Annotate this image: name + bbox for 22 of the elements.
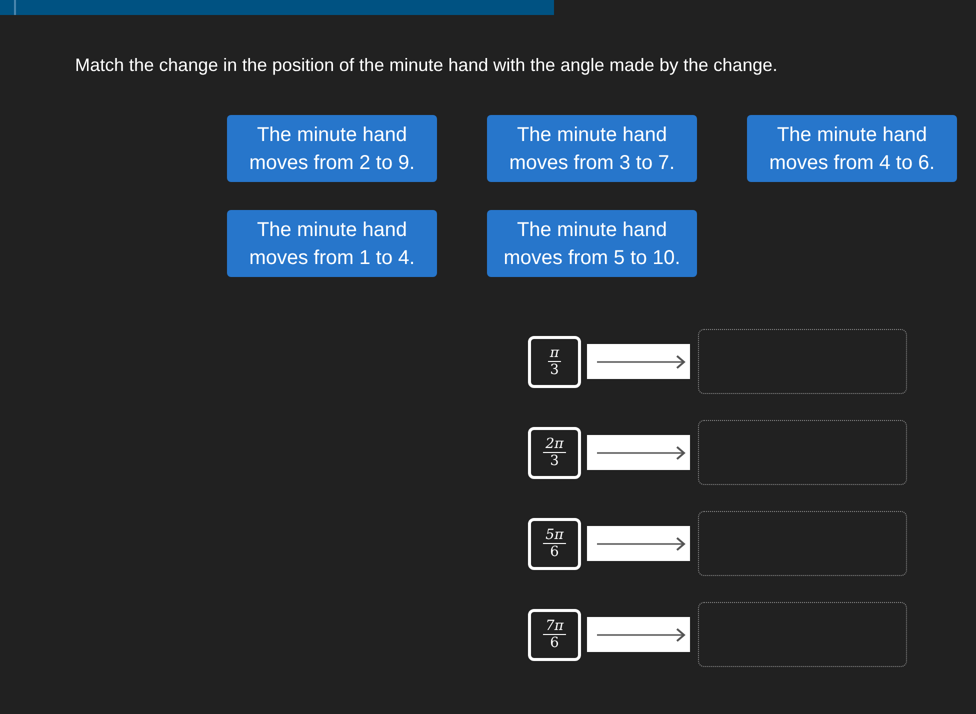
- answer-card[interactable]: The minute hand moves from 5 to 10.: [487, 210, 697, 277]
- numerator: 2π: [543, 436, 566, 453]
- drop-zone[interactable]: [698, 602, 907, 667]
- drop-zone[interactable]: [698, 420, 907, 485]
- question-text: Match the change in the position of the minute hand with the angle made by the change.: [75, 55, 778, 76]
- denominator: 3: [550, 362, 559, 378]
- numerator: 7π: [543, 618, 566, 635]
- answer-card[interactable]: The minute hand moves from 1 to 4.: [227, 210, 437, 277]
- numerator: π: [548, 345, 562, 362]
- right-arrow-icon: [596, 628, 686, 642]
- right-arrow-icon: [596, 354, 686, 368]
- numerator: 5π: [543, 527, 566, 544]
- answer-card[interactable]: The minute hand moves from 4 to 6.: [747, 115, 957, 182]
- right-arrow-icon: [596, 536, 686, 550]
- answer-card[interactable]: The minute hand moves from 3 to 7.: [487, 115, 697, 182]
- drop-zone[interactable]: [698, 511, 907, 576]
- drop-zone[interactable]: [698, 329, 907, 394]
- denominator: 6: [550, 635, 559, 651]
- right-arrow-icon: [596, 446, 686, 460]
- denominator: 3: [550, 453, 559, 469]
- denominator: 6: [550, 544, 559, 560]
- answer-card[interactable]: The minute hand moves from 2 to 9.: [227, 115, 437, 182]
